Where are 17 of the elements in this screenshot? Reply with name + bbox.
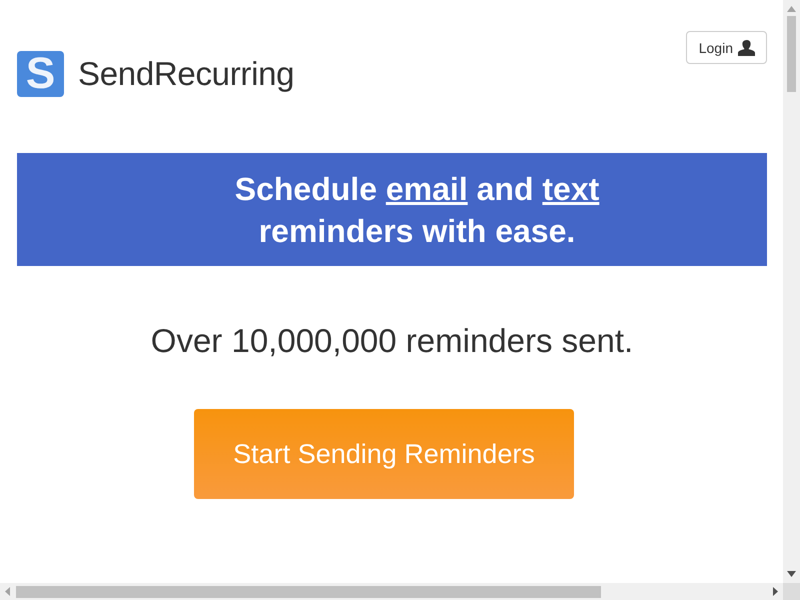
- login-button[interactable]: Login: [686, 31, 767, 64]
- headline-link[interactable]: email: [386, 170, 468, 206]
- scroll-thumb[interactable]: [16, 586, 601, 598]
- logo-icon: S: [17, 51, 64, 97]
- headline-link[interactable]: text: [542, 170, 600, 206]
- scroll-left-icon[interactable]: [5, 587, 10, 596]
- scroll-thumb[interactable]: [787, 16, 796, 92]
- scroll-down-icon[interactable]: [787, 571, 796, 577]
- scroll-up-icon[interactable]: [787, 6, 796, 12]
- reminders-count: Over 10,000,000 reminders sent.: [150, 321, 634, 361]
- headline: Schedule email and text reminders with ease.: [234, 170, 600, 250]
- user-icon: [738, 40, 756, 56]
- scroll-right-icon[interactable]: [773, 587, 778, 596]
- vertical-scrollbar[interactable]: [783, 0, 800, 583]
- scrollbar-corner: [783, 583, 800, 600]
- brand-name: SendRecurring: [78, 55, 294, 93]
- horizontal-scrollbar[interactable]: [0, 583, 783, 600]
